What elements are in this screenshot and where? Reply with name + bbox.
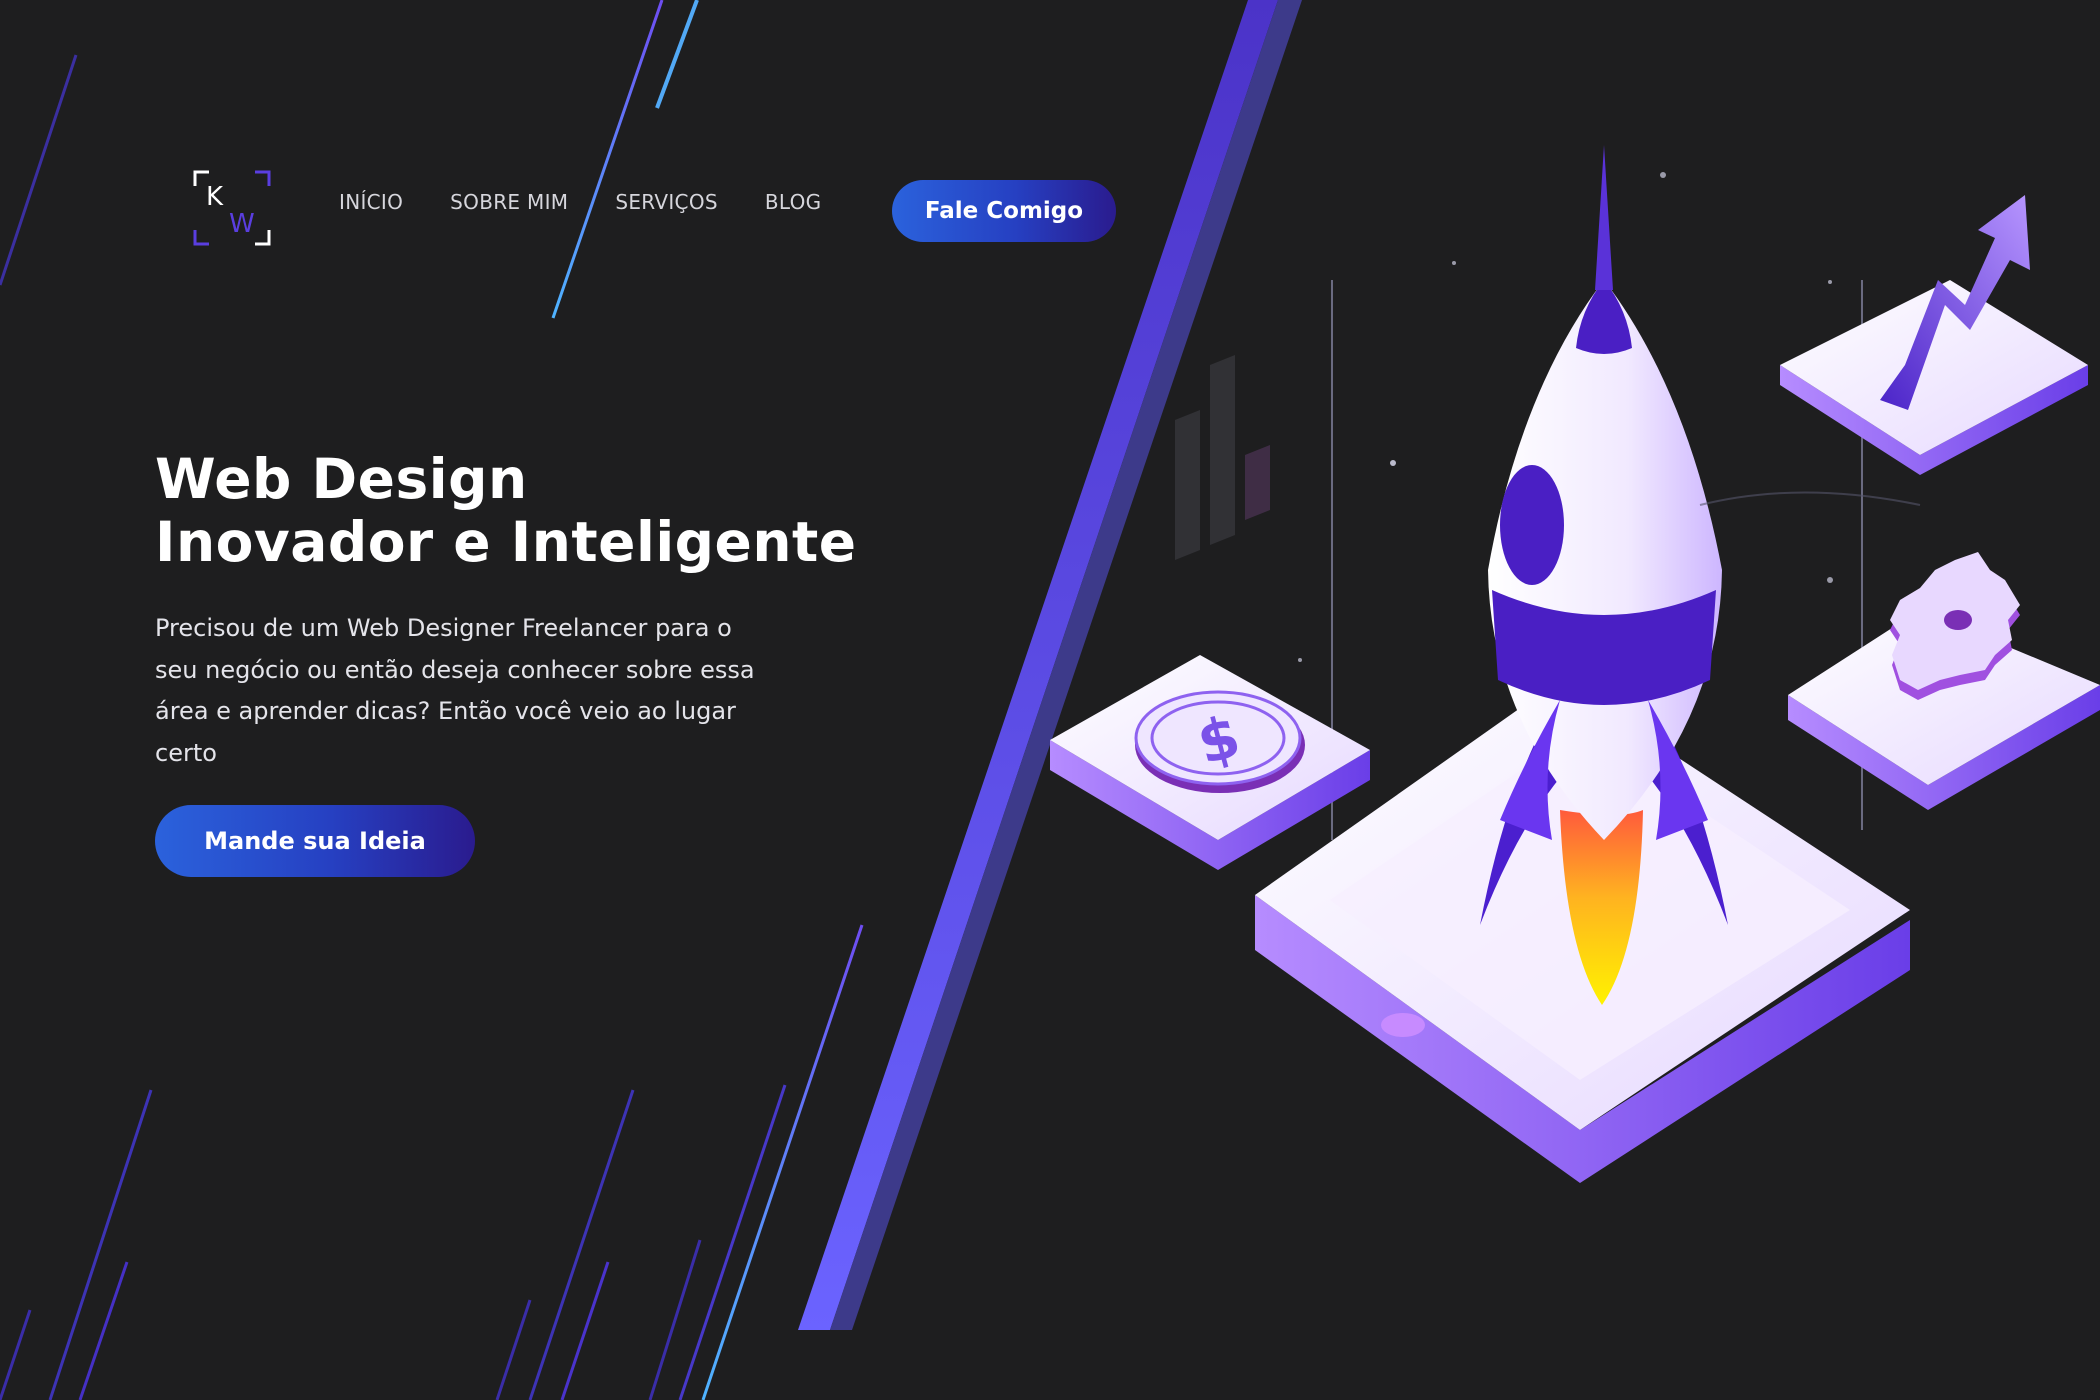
hero-title: Web Design Inovador e Inteligente	[155, 448, 857, 574]
star	[1660, 172, 1666, 178]
nav-item-blog[interactable]: BLOG	[765, 190, 822, 214]
gear-icon	[1788, 552, 2100, 810]
deco-line	[0, 54, 78, 286]
nav-item-inicio[interactable]: INÍCIO	[339, 190, 403, 214]
deco-line	[0, 1309, 32, 1400]
logo-k: K	[206, 182, 224, 212]
deco-line	[48, 1089, 153, 1400]
deco-line	[648, 1239, 702, 1400]
nav-item-servicos[interactable]: SERVIÇOS	[615, 190, 718, 214]
star	[1390, 460, 1396, 466]
star	[1827, 577, 1833, 583]
hero-description: Precisou de um Web Designer Freelancer p…	[155, 614, 755, 767]
orbit-arc	[1699, 491, 1921, 506]
main-nav: INÍCIO SOBRE MIM SERVIÇOS BLOG	[339, 190, 868, 214]
star	[1452, 261, 1456, 265]
hero-title-line2: Inovador e Inteligente	[155, 510, 857, 574]
logo-w: W	[229, 209, 255, 239]
landing-page: K W INÍCIO SOBRE MIM SERVIÇOS BLOG Fale …	[0, 0, 2100, 1400]
deco-line	[655, 0, 699, 109]
star	[1298, 658, 1302, 662]
deco-line	[495, 1299, 532, 1400]
star	[1828, 280, 1832, 284]
deco-line	[678, 1084, 787, 1400]
bar-chart-icon	[1175, 355, 1270, 560]
send-idea-button[interactable]: Mande sua Ideia	[155, 805, 475, 877]
hero-title-line1: Web Design	[155, 447, 528, 511]
brand-logo[interactable]: K W	[193, 170, 271, 246]
growth-arrow-icon	[1780, 195, 2088, 475]
rocket-icon	[1480, 145, 1728, 925]
deco-line	[551, 0, 664, 319]
rocket-illustration: $	[1050, 145, 2100, 1183]
nav-item-sobre-mim[interactable]: SOBRE MIM	[450, 190, 568, 214]
dollar-coin-icon: $	[1050, 655, 1370, 870]
deco-line	[528, 1089, 635, 1400]
